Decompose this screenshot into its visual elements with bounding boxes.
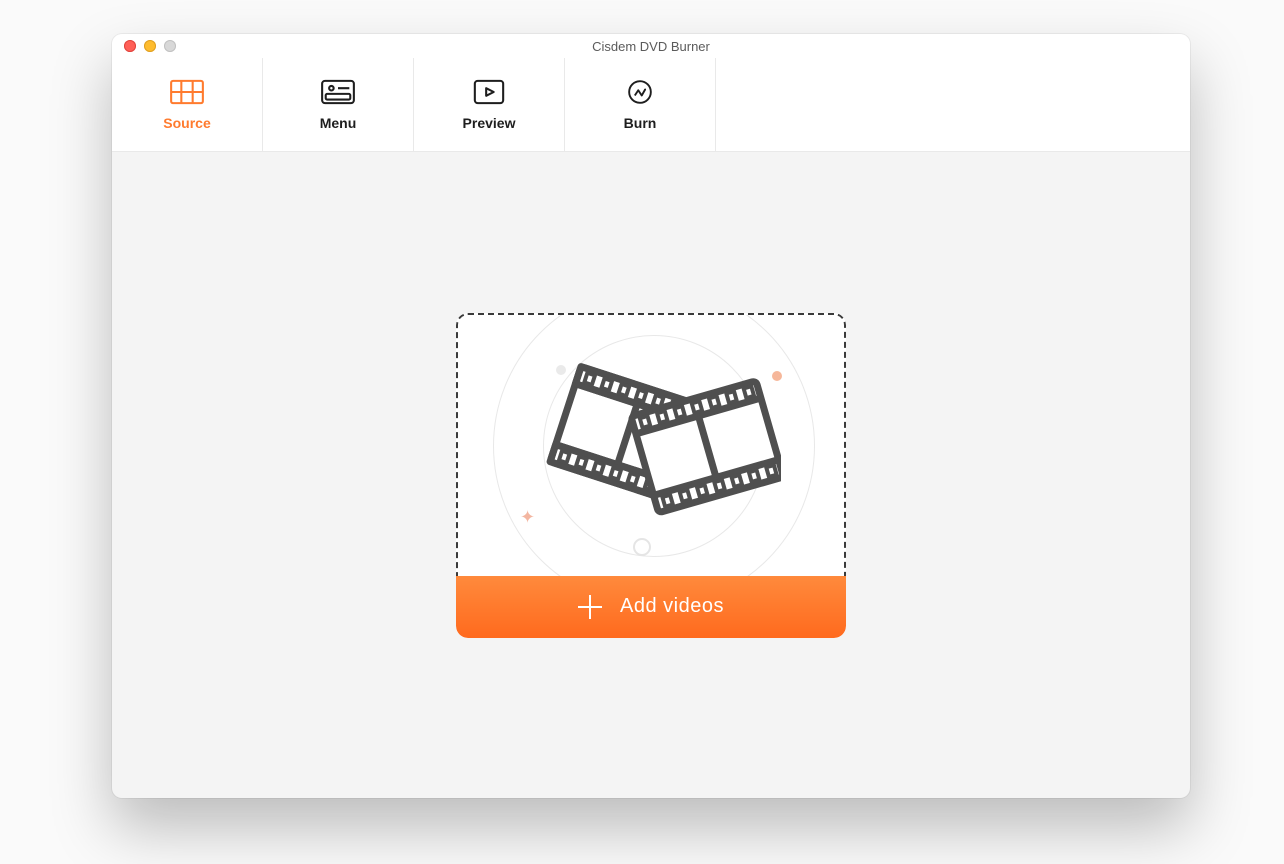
main-tabs: Source Menu <box>112 58 1190 152</box>
film-strip-icon <box>170 79 204 105</box>
burn-disc-icon <box>623 79 657 105</box>
menu-layout-icon <box>321 79 355 105</box>
app-window: Cisdem DVD Burner Source <box>112 34 1190 798</box>
tab-label: Source <box>163 115 210 131</box>
tab-label: Menu <box>320 115 357 131</box>
minimize-window-button[interactable] <box>144 40 156 52</box>
fullscreen-window-button[interactable] <box>164 40 176 52</box>
tab-burn[interactable]: Burn <box>565 58 716 151</box>
tab-source[interactable]: Source <box>112 58 263 151</box>
window-title: Cisdem DVD Burner <box>112 39 1190 54</box>
traffic-lights <box>112 40 176 52</box>
plus-icon <box>578 595 602 619</box>
close-window-button[interactable] <box>124 40 136 52</box>
film-strips-icon <box>521 347 781 552</box>
video-drop-zone[interactable]: ✦ <box>456 313 846 576</box>
play-preview-icon <box>472 79 506 105</box>
titlebar: Cisdem DVD Burner <box>112 34 1190 58</box>
tab-preview[interactable]: Preview <box>414 58 565 151</box>
add-videos-label: Add videos <box>620 595 724 618</box>
tab-menu[interactable]: Menu <box>263 58 414 151</box>
add-videos-card: ✦ <box>456 313 846 638</box>
tab-label: Preview <box>463 115 516 131</box>
drop-zone-artwork: ✦ <box>458 315 844 576</box>
content-area: ✦ <box>112 152 1190 798</box>
add-videos-button[interactable]: Add videos <box>456 576 846 638</box>
tab-label: Burn <box>624 115 657 131</box>
